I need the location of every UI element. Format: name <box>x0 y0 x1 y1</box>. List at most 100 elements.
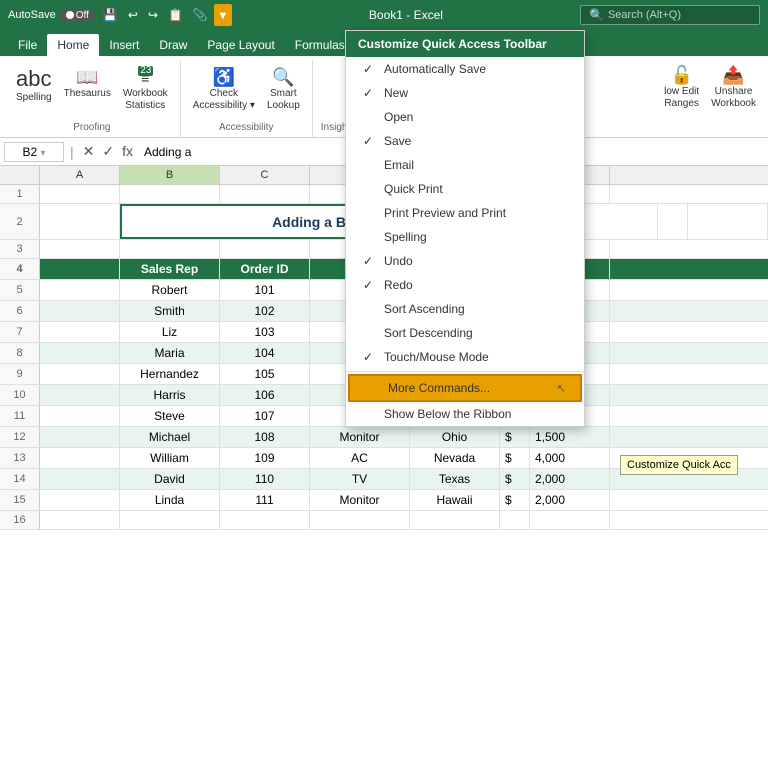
cell-a7[interactable] <box>40 322 120 342</box>
cell-e16[interactable] <box>410 511 500 529</box>
cell-b8[interactable]: Maria <box>120 343 220 363</box>
cell-ref-arrow[interactable]: ▾ <box>41 148 46 159</box>
clip-button[interactable]: 📎 <box>189 6 212 24</box>
workbook-statistics-button[interactable]: ≡23 WorkbookStatistics <box>119 66 172 114</box>
autosave-toggle[interactable]: AutoSave Off <box>8 9 95 22</box>
cell-a16[interactable] <box>40 511 120 529</box>
redo-button[interactable]: ↪ <box>144 6 162 24</box>
cell-b10[interactable]: Harris <box>120 385 220 405</box>
cell-b3[interactable] <box>120 240 220 258</box>
quick-access-dropdown-button[interactable]: ▾ <box>214 4 232 26</box>
cell-g14[interactable]: 2,000 <box>530 469 610 489</box>
dropdown-item-email[interactable]: Email <box>346 153 584 177</box>
cell-g16[interactable] <box>530 511 610 529</box>
dropdown-item-sort-desc[interactable]: Sort Descending <box>346 321 584 345</box>
dropdown-item-sort-asc[interactable]: Sort Ascending <box>346 297 584 321</box>
cell-f15[interactable]: $ <box>500 490 530 510</box>
cell-c15[interactable]: 111 <box>220 490 310 510</box>
cell-a11[interactable] <box>40 406 120 426</box>
spelling-button[interactable]: abc Spelling <box>12 66 56 106</box>
cancel-formula-icon[interactable]: ✕ <box>80 143 98 160</box>
check-accessibility-button[interactable]: ♿ CheckAccessibility ▾ <box>189 66 259 114</box>
save-button[interactable]: 💾 <box>99 6 122 24</box>
cell-d12[interactable]: Monitor <box>310 427 410 447</box>
dropdown-item-more-commands[interactable]: More Commands... ↖ <box>348 374 582 402</box>
dropdown-item-quick-print[interactable]: Quick Print <box>346 177 584 201</box>
cell-b4-salesrep[interactable]: Sales Rep <box>120 259 220 279</box>
insert-function-icon[interactable]: fx <box>119 143 136 160</box>
cell-f14[interactable]: $ <box>500 469 530 489</box>
col-header-a[interactable]: A <box>40 166 120 184</box>
dropdown-item-spelling[interactable]: Spelling <box>346 225 584 249</box>
confirm-formula-icon[interactable]: ✓ <box>99 143 117 160</box>
cell-c5[interactable]: 101 <box>220 280 310 300</box>
cell-a14[interactable] <box>40 469 120 489</box>
cell-b14[interactable]: David <box>120 469 220 489</box>
cell-a1[interactable] <box>40 185 120 203</box>
cell-d13[interactable]: AC <box>310 448 410 468</box>
tab-insert[interactable]: Insert <box>99 34 149 56</box>
copy-button[interactable]: 📋 <box>164 6 187 24</box>
cell-a13[interactable] <box>40 448 120 468</box>
cell-e15[interactable]: Hawaii <box>410 490 500 510</box>
quick-access-dropdown-menu[interactable]: Customize Quick Access Toolbar ✓ Automat… <box>345 30 585 427</box>
undo-button[interactable]: ↩ <box>124 6 142 24</box>
cell-a4[interactable] <box>40 259 120 279</box>
col-header-b[interactable]: B <box>120 166 220 184</box>
tab-page-layout[interactable]: Page Layout <box>197 34 284 56</box>
cell-e12[interactable]: Ohio <box>410 427 500 447</box>
tab-file[interactable]: File <box>8 34 47 56</box>
dropdown-item-autosave[interactable]: ✓ Automatically Save <box>346 57 584 81</box>
cell-a6[interactable] <box>40 301 120 321</box>
cell-f16[interactable] <box>500 511 530 529</box>
cell-a8[interactable] <box>40 343 120 363</box>
cell-c13[interactable]: 109 <box>220 448 310 468</box>
cell-g2[interactable] <box>688 204 768 239</box>
tab-home[interactable]: Home <box>47 34 99 56</box>
cell-c9[interactable]: 105 <box>220 364 310 384</box>
dropdown-item-show-below[interactable]: Show Below the Ribbon <box>346 402 584 426</box>
cell-b11[interactable]: Steve <box>120 406 220 426</box>
cell-a12[interactable] <box>40 427 120 447</box>
unshare-workbook-button[interactable]: 📤 UnshareWorkbook <box>707 64 760 133</box>
cell-b15[interactable]: Linda <box>120 490 220 510</box>
cell-b12[interactable]: Michael <box>120 427 220 447</box>
cell-b1[interactable] <box>120 185 220 203</box>
cell-c3[interactable] <box>220 240 310 258</box>
cell-e13[interactable]: Nevada <box>410 448 500 468</box>
cell-b5[interactable]: Robert <box>120 280 220 300</box>
search-box[interactable]: 🔍 <box>580 5 760 25</box>
dropdown-item-undo[interactable]: ✓ Undo <box>346 249 584 273</box>
cell-a10[interactable] <box>40 385 120 405</box>
cell-c4-orderid[interactable]: Order ID <box>220 259 310 279</box>
autosave-pill[interactable]: Off <box>60 9 95 22</box>
cell-reference-box[interactable]: B2 ▾ <box>4 142 64 162</box>
cell-c1[interactable] <box>220 185 310 203</box>
cell-c11[interactable]: 107 <box>220 406 310 426</box>
cell-b16[interactable] <box>120 511 220 529</box>
dropdown-item-new[interactable]: ✓ New <box>346 81 584 105</box>
search-input[interactable] <box>608 9 728 21</box>
cell-e14[interactable]: Texas <box>410 469 500 489</box>
col-header-c[interactable]: C <box>220 166 310 184</box>
cell-g15[interactable]: 2,000 <box>530 490 610 510</box>
cell-a9[interactable] <box>40 364 120 384</box>
cell-c7[interactable]: 103 <box>220 322 310 342</box>
cell-b7[interactable]: Liz <box>120 322 220 342</box>
allow-edit-ranges-button[interactable]: 🔓 low EditRanges <box>660 64 703 133</box>
cell-d14[interactable]: TV <box>310 469 410 489</box>
cell-c14[interactable]: 110 <box>220 469 310 489</box>
cell-a15[interactable] <box>40 490 120 510</box>
tab-draw[interactable]: Draw <box>149 34 197 56</box>
cell-f2[interactable] <box>658 204 688 239</box>
cell-f12[interactable]: $ <box>500 427 530 447</box>
dropdown-item-print-preview[interactable]: Print Preview and Print <box>346 201 584 225</box>
thesaurus-button[interactable]: 📖 Thesaurus <box>60 66 115 102</box>
cell-b13[interactable]: William <box>120 448 220 468</box>
smart-lookup-button[interactable]: 🔍 SmartLookup <box>263 66 304 114</box>
cell-a5[interactable] <box>40 280 120 300</box>
cell-c8[interactable]: 104 <box>220 343 310 363</box>
cell-c16[interactable] <box>220 511 310 529</box>
cell-g12[interactable]: 1,500 <box>530 427 610 447</box>
cell-g13[interactable]: 4,000 <box>530 448 610 468</box>
